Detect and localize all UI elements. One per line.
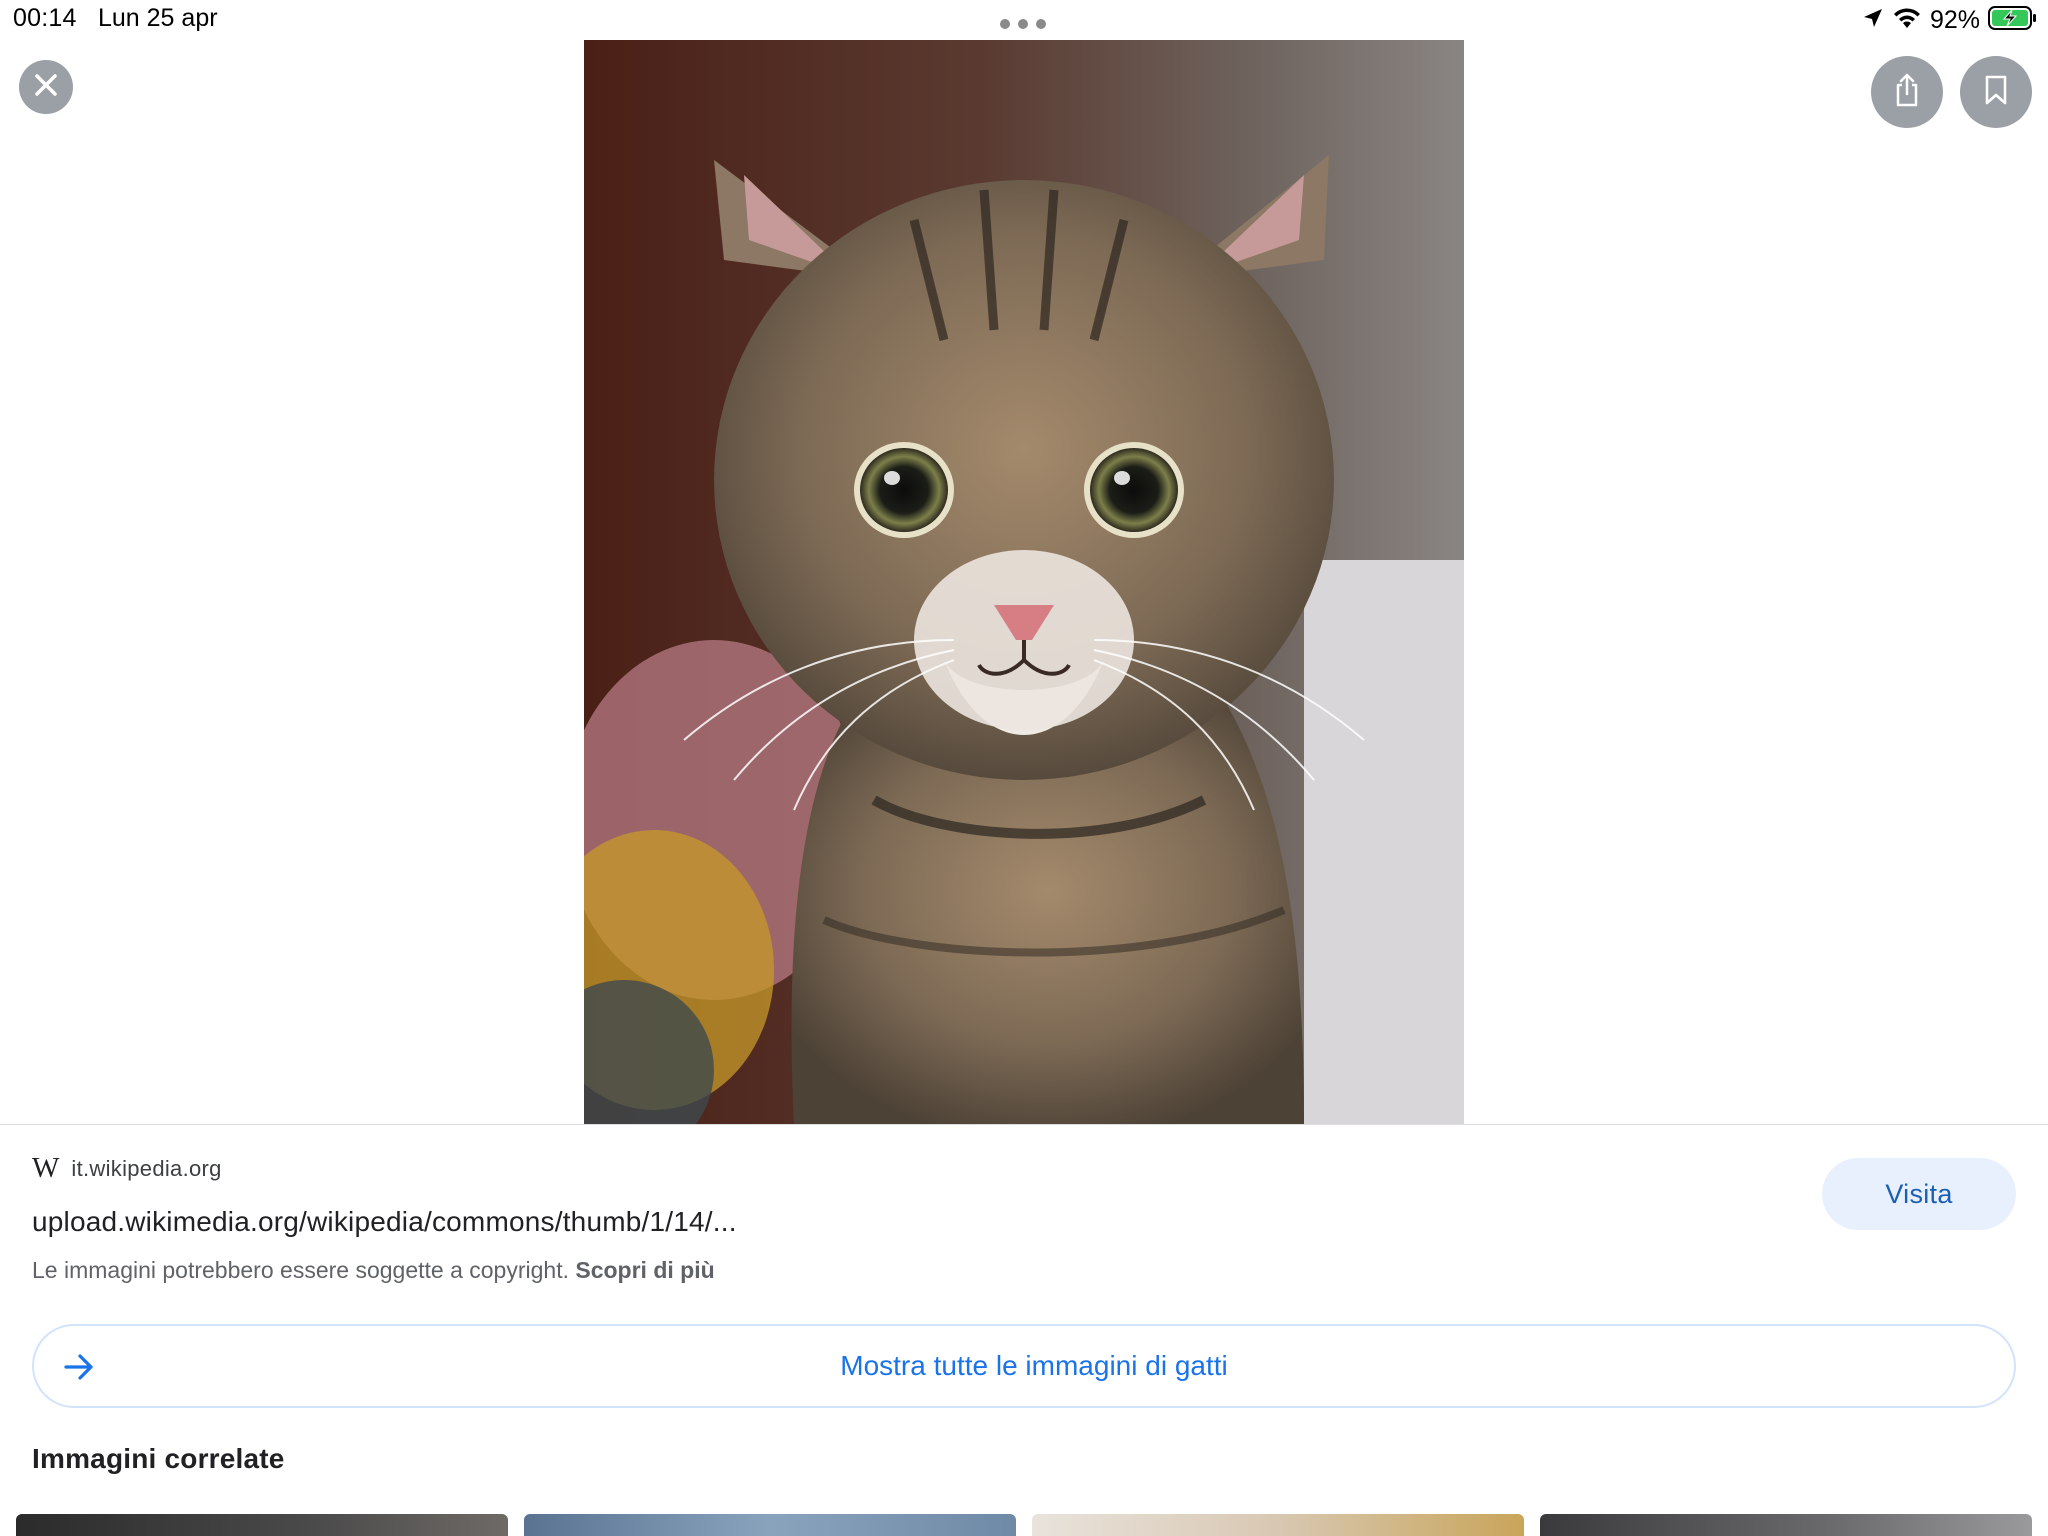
multitasking-dots-icon[interactable]	[1000, 18, 1046, 30]
visit-button[interactable]: Visita	[1822, 1158, 2016, 1230]
status-time: 00:14	[13, 4, 77, 32]
share-icon	[1892, 72, 1922, 113]
source-row[interactable]: W it.wikipedia.org	[32, 1154, 222, 1183]
hero-image[interactable]	[584, 40, 1464, 1124]
bookmark-button[interactable]	[1960, 56, 2032, 128]
related-thumb-3[interactable]	[1032, 1514, 1524, 1536]
close-button[interactable]	[19, 60, 73, 114]
bookmark-icon	[1983, 74, 2009, 111]
share-button[interactable]	[1871, 56, 1943, 128]
copyright-text: Le immagini potrebbero essere soggette a…	[32, 1257, 569, 1283]
related-thumb-4[interactable]	[1540, 1514, 2032, 1536]
tabby-kitten-photo	[584, 40, 1464, 1124]
show-all-images-button[interactable]: Mostra tutte le immagini di gatti	[32, 1324, 2016, 1408]
status-indicators: 92%	[1862, 4, 2038, 36]
divider	[0, 1124, 2048, 1125]
related-thumb-2[interactable]	[524, 1514, 1016, 1536]
status-date: Lun 25 apr	[98, 4, 218, 32]
learn-more-link[interactable]: Scopri di più	[575, 1257, 714, 1283]
related-thumb-1[interactable]	[16, 1514, 508, 1536]
wikipedia-logo-icon: W	[32, 1152, 60, 1184]
close-icon	[33, 72, 59, 103]
source-domain: it.wikipedia.org	[71, 1155, 222, 1181]
arrow-right-icon	[62, 1350, 96, 1389]
related-images-heading: Immagini correlate	[32, 1443, 285, 1474]
battery-percent: 92%	[1929, 5, 1980, 34]
image-url[interactable]: upload.wikimedia.org/wikipedia/commons/t…	[32, 1206, 737, 1238]
battery-charging-icon	[1988, 5, 2038, 36]
wifi-icon	[1892, 6, 1922, 35]
location-arrow-icon	[1862, 7, 1884, 34]
copyright-notice: Le immagini potrebbero essere soggette a…	[32, 1257, 715, 1284]
related-images-row	[16, 1514, 2032, 1536]
show-all-label: Mostra tutte le immagini di gatti	[840, 1350, 1228, 1381]
